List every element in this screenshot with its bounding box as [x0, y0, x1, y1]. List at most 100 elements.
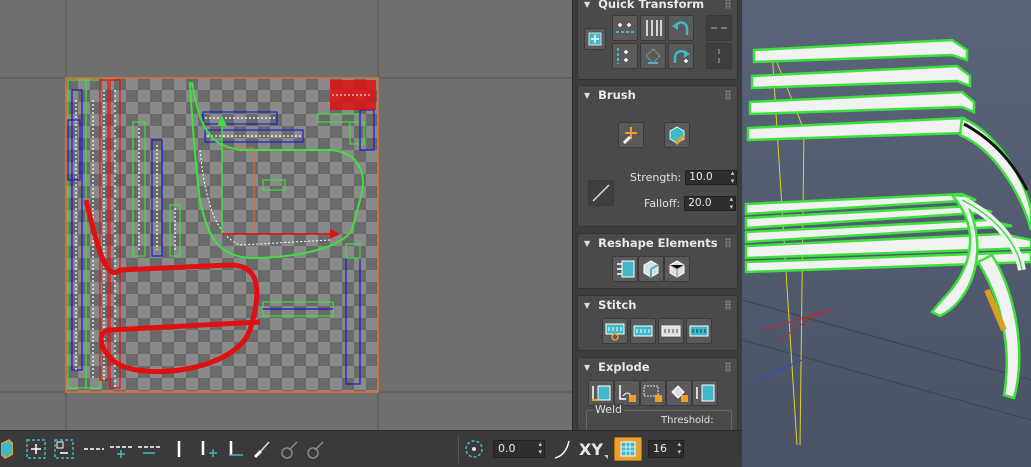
- falloff-input[interactable]: 20.0: [684, 195, 737, 211]
- stitch-source-icon: [661, 325, 681, 337]
- bench-backrest: [746, 38, 978, 142]
- brush-relax-button[interactable]: [664, 122, 690, 148]
- rollout-stitch: ▼ Stitch: [577, 295, 738, 351]
- explode-material-icon: [619, 385, 636, 402]
- paint-shrink-button[interactable]: [304, 437, 328, 461]
- shrink-loop-button[interactable]: [136, 437, 162, 461]
- align-horizontal-button[interactable]: [612, 15, 638, 41]
- rollout-title: Reshape Elements: [598, 236, 718, 250]
- brush-move-button[interactable]: [618, 122, 644, 148]
- drag-grip-icon[interactable]: [725, 300, 731, 310]
- threshold-label: Threshold:: [661, 415, 714, 426]
- shrink-ring-button[interactable]: [224, 437, 248, 461]
- pivot-button[interactable]: [584, 28, 606, 50]
- drag-grip-icon[interactable]: [725, 362, 731, 372]
- soft-selection-curve-button[interactable]: [552, 437, 572, 461]
- distribute-icon: [645, 48, 661, 64]
- shrink-selection-icon: [54, 439, 74, 459]
- rotation-angle-icon: [465, 440, 483, 458]
- paint-grow-button[interactable]: [278, 437, 302, 461]
- brush-falloff-curve-button[interactable]: [588, 180, 614, 206]
- paint-brush-icon: [253, 441, 270, 459]
- element-mode-icon: [1, 439, 13, 459]
- explode-break-button[interactable]: [666, 380, 692, 406]
- align-horizontal-icon: [616, 23, 634, 33]
- edge-loop-icon: [84, 448, 104, 450]
- uv-editor-bottom-toolbar: 0.0 XY 16: [0, 430, 742, 467]
- pivot-icon: [588, 32, 602, 46]
- rollout-header[interactable]: ▼ Brush: [578, 86, 737, 104]
- grid-size-input[interactable]: 16: [648, 440, 684, 458]
- shrink-loop-icon: [138, 446, 160, 454]
- falloff-spinner[interactable]: Falloff: 20.0: [644, 195, 737, 211]
- grow-selection-button[interactable]: [24, 437, 48, 461]
- straighten-icon: [617, 260, 635, 278]
- drag-grip-icon[interactable]: [725, 0, 731, 9]
- strength-input[interactable]: 10.0: [685, 169, 738, 185]
- rotate-cw-button[interactable]: [668, 43, 694, 69]
- axis-toggle-button[interactable]: XY: [576, 437, 606, 461]
- relax-until-flat-button[interactable]: [638, 256, 664, 282]
- distribute-button[interactable]: [640, 43, 666, 69]
- rollout-brush: ▼ Brush Strength: 10.0 Falloff: 20.0: [577, 85, 738, 227]
- stitch-to-target-button[interactable]: [602, 318, 628, 344]
- uv-canvas[interactable]: [0, 0, 572, 430]
- grid-line: [742, 299, 1031, 381]
- rotate-ccw-button[interactable]: [668, 15, 694, 41]
- rotation-angle-icon-button[interactable]: [462, 437, 486, 461]
- perspective-viewport[interactable]: [742, 0, 1031, 467]
- stitch-to-average-button[interactable]: [630, 318, 656, 344]
- rollout-header[interactable]: ▼ Reshape Elements: [578, 234, 737, 252]
- edge-loop-button[interactable]: [82, 437, 106, 461]
- stitch-to-source-button[interactable]: [658, 318, 684, 344]
- explode-flatten-button[interactable]: [640, 380, 666, 406]
- rollout-title: Quick Transform: [598, 0, 705, 11]
- shrink-selection-button[interactable]: [52, 437, 76, 461]
- space-vertical-button[interactable]: [706, 43, 732, 69]
- relax-until-flat-icon: [643, 260, 659, 278]
- stitch-target-icon: [605, 323, 625, 341]
- stitch-custom-button[interactable]: [686, 318, 712, 344]
- straighten-selection-button[interactable]: [612, 256, 638, 282]
- shrink-ring-icon: [229, 441, 243, 456]
- bench-model[interactable]: [742, 0, 1031, 467]
- grid-line: [742, 339, 1031, 421]
- rollout-title: Stitch: [598, 298, 637, 312]
- rollout-header[interactable]: ▼ Explode: [578, 358, 737, 376]
- strength-spinner[interactable]: Strength: 10.0: [630, 169, 738, 185]
- rollout-header[interactable]: ▼ Stitch: [578, 296, 737, 314]
- grow-selection-icon: [26, 439, 46, 459]
- paint-select-button[interactable]: [250, 437, 274, 461]
- stitch-custom-icon: [689, 325, 709, 337]
- space-horizontal-button[interactable]: [706, 15, 732, 41]
- element-mode-button[interactable]: [0, 437, 14, 461]
- align-to-edge-button[interactable]: [612, 43, 638, 69]
- grid-snap-button[interactable]: [614, 437, 642, 461]
- explode-break-icon: [671, 385, 688, 402]
- explode-detach-button[interactable]: [692, 380, 718, 406]
- angle-input[interactable]: 0.0: [493, 440, 545, 458]
- uv-editor-viewport[interactable]: [0, 0, 572, 430]
- edge-ring-icon: [177, 441, 181, 457]
- rollout-explode: ▼ Explode Weld Threshold:: [577, 357, 738, 430]
- rotate-cw-icon: [673, 50, 690, 63]
- relax-button[interactable]: [664, 256, 690, 282]
- collapse-triangle-icon: ▼: [584, 90, 591, 100]
- edge-ring-button[interactable]: [172, 437, 186, 461]
- toolbar-separator: [458, 435, 459, 463]
- drag-grip-icon[interactable]: [725, 90, 731, 100]
- grow-ring-button[interactable]: [196, 437, 220, 461]
- rollout-header[interactable]: ▼ Quick Transform: [578, 0, 737, 13]
- bench-leg-back: [976, 253, 1021, 400]
- drag-grip-icon[interactable]: [725, 238, 731, 248]
- uv-tools-panel: ▼ Quick Transform ▼ Brush Strength: 10.0…: [572, 0, 742, 430]
- relax-icon: [669, 260, 685, 278]
- collapse-triangle-icon: ▼: [584, 362, 591, 372]
- grow-loop-button[interactable]: [108, 437, 134, 461]
- stitch-average-icon: [633, 325, 653, 337]
- collapse-triangle-icon: ▼: [584, 300, 591, 310]
- brush-relax-icon: [669, 126, 686, 146]
- grid-snap-icon: [620, 441, 636, 457]
- align-vertical-button[interactable]: [640, 15, 666, 41]
- rollout-title: Brush: [598, 88, 636, 102]
